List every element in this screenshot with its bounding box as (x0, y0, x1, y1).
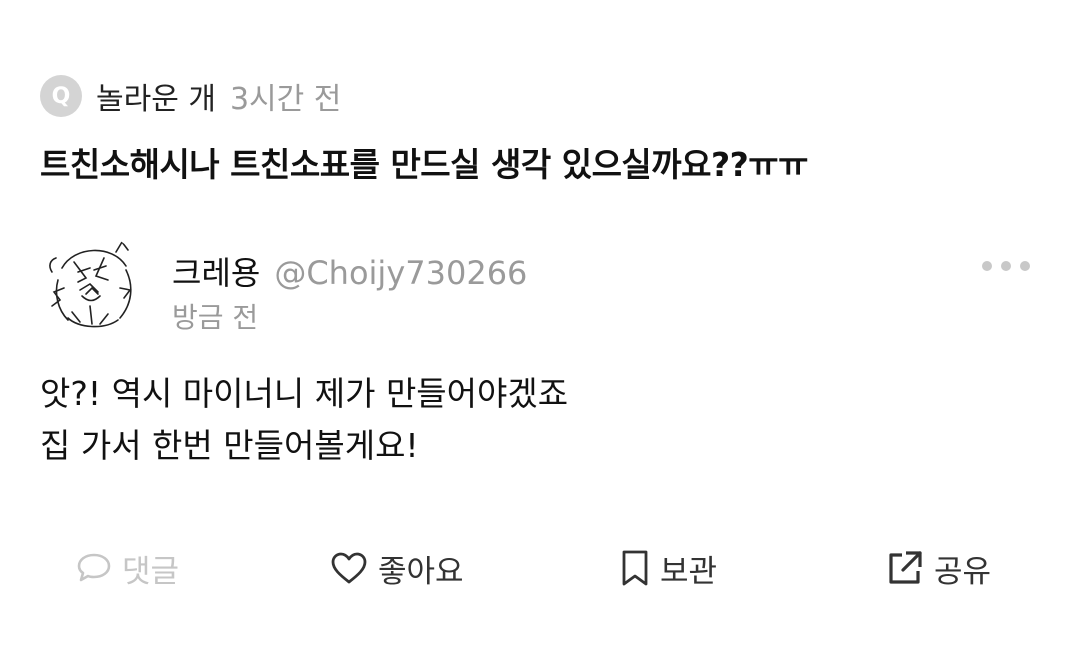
comment-label: 댓글 (122, 553, 180, 590)
author-handle[interactable]: @Choijy730266 (274, 254, 527, 292)
more-dot (1020, 261, 1030, 271)
answer-timestamp: 방금 전 (172, 301, 259, 334)
answer-body: 앗?! 역시 마이너니 제가 만들어야겠죠 집 가서 한번 만들어볼게요! (40, 368, 568, 472)
avatar[interactable] (34, 232, 146, 344)
asker-name[interactable]: 놀라운 개 (96, 74, 216, 118)
author-line: 크레용 @Choijy730266 (172, 248, 527, 294)
bookmark-icon (622, 550, 648, 586)
like-button[interactable]: 좋아요 (330, 542, 464, 594)
share-button[interactable]: 공유 (886, 542, 991, 594)
share-label: 공유 (934, 553, 992, 590)
more-dots-icon[interactable] (982, 254, 1030, 278)
author-name[interactable]: 크레용 (172, 248, 260, 294)
more-dot (1001, 261, 1011, 271)
comment-button[interactable]: 댓글 (76, 542, 179, 594)
more-dot (982, 261, 992, 271)
question-timestamp: 3시간 전 (229, 82, 342, 117)
save-button[interactable]: 보관 (620, 542, 717, 594)
question-text: 트친소해시나 트친소표를 만드실 생각 있으실까요??ㅠㅠ (40, 145, 809, 184)
answer-line: 앗?! 역시 마이너니 제가 만들어야겠죠 (40, 374, 569, 413)
heart-icon (331, 552, 367, 584)
share-arrow-icon (889, 551, 922, 584)
q-badge-icon: Q (40, 75, 82, 117)
question-header: Q 놀라운 개 3시간 전 (40, 74, 341, 118)
like-label: 좋아요 (378, 553, 464, 590)
comment-bubble-icon (77, 553, 111, 582)
save-label: 보관 (660, 553, 718, 590)
answer-line: 집 가서 한번 만들어볼게요! (40, 426, 419, 465)
avatar-sketch-icon (49, 240, 132, 328)
